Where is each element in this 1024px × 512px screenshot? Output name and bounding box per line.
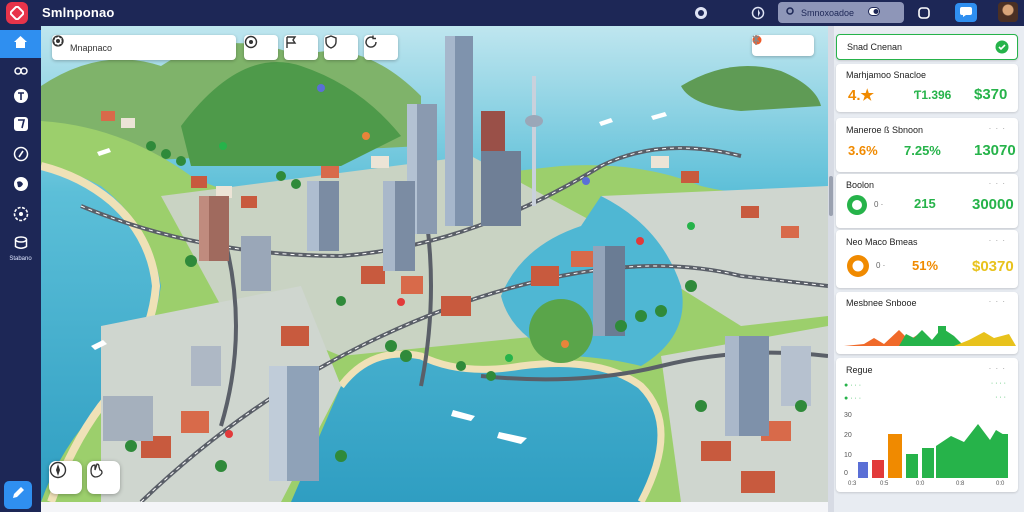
trend-card[interactable]: Mesbnee Snbooe · · ·: [836, 292, 1018, 354]
location-button[interactable]: [87, 461, 120, 494]
x-tick: 0:0: [916, 481, 925, 487]
more-icon[interactable]: · · ·: [989, 236, 1006, 245]
globe-icon: [13, 176, 29, 197]
compass-nav-icon[interactable]: [749, 4, 767, 22]
y-tick: 20: [844, 432, 852, 439]
sidebar-item-tag[interactable]: [0, 84, 41, 112]
metric-card-4[interactable]: Neo Maco Bmeas · · · 0 · 51% $0370: [836, 230, 1018, 288]
tool-refresh-button[interactable]: [364, 35, 398, 60]
bar-chart-card[interactable]: Regue · · · ● · · · ● · · · · · · · · · …: [836, 358, 1018, 492]
tool-flag-button[interactable]: [284, 35, 318, 60]
legend-label: · · ·: [850, 382, 862, 389]
legend-value: · · ·: [995, 394, 1006, 401]
y-tick: 0: [844, 470, 848, 477]
toggle-icon: [868, 7, 881, 18]
panel-header[interactable]: Snad Cnenan: [836, 34, 1018, 60]
layers-icon: [13, 116, 29, 137]
metric-secondary: 215: [914, 196, 936, 211]
link-icon: [13, 63, 28, 81]
status-ring-icon: [846, 254, 870, 283]
legend-value: · · · ·: [990, 380, 1006, 387]
more-icon[interactable]: · · ·: [989, 364, 1006, 373]
sidebar: Stabano: [0, 26, 41, 512]
top-search-label: Smnoxoadoe: [801, 7, 855, 18]
x-tick: 0:3: [848, 481, 857, 487]
metric-tertiary: 13070: [974, 142, 1016, 159]
card-title: Neo Maco Bmeas: [846, 237, 918, 247]
bar-chart: [858, 424, 1008, 478]
status-badge: 0 ·: [876, 261, 886, 270]
share-icon[interactable]: [915, 4, 933, 22]
legend-item: ● · · ·: [844, 395, 862, 402]
tool-target-button[interactable]: [244, 35, 278, 60]
map-illustration: [41, 26, 828, 502]
chat-icon: [960, 4, 972, 22]
card-title: Maneroe ß Sbnoon: [846, 125, 924, 135]
settings-icon: [13, 206, 29, 227]
sidebar-item-settings[interactable]: [0, 202, 41, 230]
sidebar-item-database[interactable]: Stabano: [0, 232, 41, 266]
app-logo: [6, 2, 28, 24]
tool-shield-button[interactable]: [324, 35, 358, 60]
metric-primary: 3.6%: [848, 143, 878, 158]
tag-icon: [13, 88, 29, 109]
panel-header-title: Snad Cnenan: [847, 42, 903, 52]
analytics-panel: Snad Cnenan Marhjamoo Snacloe 4.★ Ƭ1.396…: [834, 26, 1024, 512]
zoom-button[interactable]: [49, 461, 82, 494]
city-map[interactable]: Mnapnaco: [41, 26, 828, 502]
sidebar-item-globe[interactable]: [0, 172, 41, 200]
legend-label: · · ·: [850, 395, 862, 402]
top-search[interactable]: Smnoxoadoe: [778, 2, 904, 23]
search-icon: [786, 7, 795, 18]
avatar[interactable]: [998, 2, 1018, 22]
edit-button[interactable]: [4, 481, 32, 509]
map-search-label: Mnapnaco: [70, 42, 113, 53]
db-icon: [14, 236, 28, 255]
metric-tertiary: 30000: [972, 196, 1014, 213]
metric-tertiary: $0370: [972, 258, 1014, 275]
y-tick: 10: [844, 452, 852, 459]
sidebar-item-layers[interactable]: [0, 112, 41, 140]
status-ring-icon: [846, 194, 868, 221]
more-icon[interactable]: · · ·: [989, 297, 1006, 306]
more-icon[interactable]: · · ·: [989, 179, 1006, 188]
metric-tertiary: $370: [974, 86, 1008, 103]
x-tick: 0:8: [956, 481, 965, 487]
metric-secondary: 7.25%: [904, 143, 941, 158]
card-title: Boolon: [846, 180, 875, 190]
card-title: Regue: [846, 365, 873, 375]
sidebar-item-link[interactable]: [0, 58, 41, 86]
y-tick: 30: [844, 412, 852, 419]
app-title: Smlnponao: [42, 5, 115, 20]
trend-sparkline: [844, 326, 1016, 346]
sidebar-item-home[interactable]: [0, 30, 41, 58]
status-bar: [41, 502, 828, 512]
record-icon[interactable]: [692, 4, 710, 22]
check-icon: [995, 40, 1009, 59]
map-controls: [752, 35, 814, 56]
x-tick: 0:0: [996, 481, 1005, 487]
metric-card-3[interactable]: Boolon · · · 0 · 215 30000: [836, 174, 1018, 228]
more-icon[interactable]: · · ·: [989, 124, 1006, 133]
legend-item: ● · · ·: [844, 382, 862, 389]
status-badge: 0 ·: [874, 200, 884, 209]
chat-button[interactable]: [955, 3, 977, 22]
map-search[interactable]: Mnapnaco: [52, 35, 236, 60]
card-title: Marhjamoo Snacloe: [846, 70, 927, 80]
metric-card-2[interactable]: Maneroe ß Sbnoon · · · 3.6% 7.25% 13070: [836, 118, 1018, 172]
edit-icon: [10, 485, 26, 506]
metric-secondary: 51%: [912, 258, 939, 273]
top-bar: Smlnponao Smnoxoadoe: [0, 0, 1024, 26]
sidebar-item-label: Stabano: [9, 256, 32, 262]
metric-card-1[interactable]: Marhjamoo Snacloe 4.★ Ƭ1.396 $370: [836, 64, 1018, 112]
sidebar-item-compass[interactable]: [0, 142, 41, 170]
metric-secondary: Ƭ1.396: [914, 88, 952, 102]
card-title: Mesbnee Snbooe: [846, 298, 917, 308]
scrollbar-thumb[interactable]: [829, 176, 833, 216]
x-tick: 0:5: [880, 481, 889, 487]
metric-primary: 4.★: [848, 87, 874, 104]
park-island: [529, 299, 593, 363]
home-icon: [13, 35, 28, 54]
compass-icon: [13, 146, 29, 167]
